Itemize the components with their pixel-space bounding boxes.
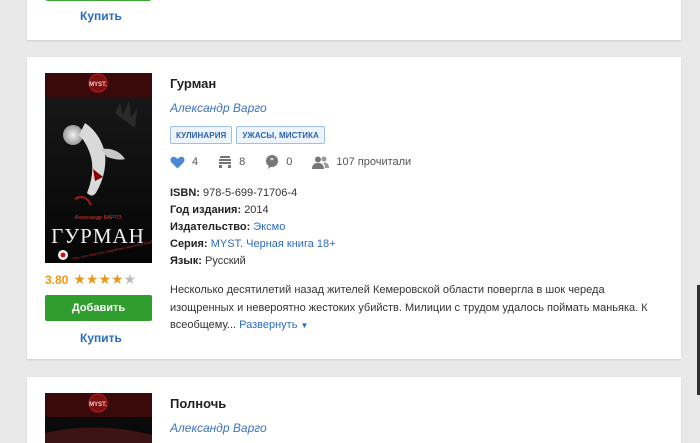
buy-link[interactable]: Купить	[80, 331, 122, 345]
star-filled-icon[interactable]: ★	[73, 271, 86, 287]
likes-stat[interactable]: 4	[170, 156, 198, 169]
bookshelf-icon	[219, 156, 232, 168]
star-empty-icon[interactable]: ★	[124, 271, 137, 287]
prev-add-button[interactable]	[45, 0, 152, 1]
rating-value: 3.80	[45, 273, 69, 287]
rating-stars[interactable]: ★★★★★	[73, 271, 136, 289]
cover-series-text: MYST.	[89, 82, 107, 88]
heart-icon	[170, 156, 185, 168]
cover-artwork: MYST. Александр ВАРГО ГУРМАН Тот, кто од…	[45, 73, 152, 263]
comments-count: 0	[286, 156, 293, 168]
next-book-card: MYST. Полночь Александр Варго	[27, 377, 681, 443]
book-rating: 3.80 ★★★★★	[45, 271, 136, 289]
book-description: Несколько десятилетий назад жителей Кеме…	[170, 282, 670, 335]
publisher-link[interactable]: Эксмо	[253, 221, 285, 233]
star-filled-icon[interactable]: ★	[86, 271, 99, 287]
caret-down-icon: ▼	[300, 321, 309, 330]
expand-link[interactable]: Развернуть ▼	[239, 319, 308, 331]
series-row: Серия: MYST. Черная книга 18+	[170, 238, 336, 250]
book-details: ISBN: 978-5-699-71706-4 Год издания: 201…	[170, 185, 336, 270]
genre-tags: КУЛИНАРИЯ УЖАСЫ, МИСТИКА	[170, 126, 325, 144]
isbn-row: ISBN: 978-5-699-71706-4	[170, 187, 298, 199]
series-link[interactable]: MYST. Черная книга 18+	[211, 238, 336, 250]
language-row: Язык: Русский	[170, 255, 246, 267]
book-title[interactable]: Гурман	[170, 76, 216, 91]
next-book-title[interactable]: Полночь	[170, 396, 226, 411]
shelves-count: 8	[239, 156, 246, 168]
next-cover-artwork: MYST.	[45, 393, 152, 443]
svg-text:": "	[270, 157, 274, 166]
cover-author-text: Александр ВАРГО	[75, 215, 123, 221]
readers-count: 107 прочитали	[336, 156, 412, 168]
book-card: MYST. Александр ВАРГО ГУРМАН Тот, кто од…	[27, 57, 681, 359]
tag-horror[interactable]: УЖАСЫ, МИСТИКА	[236, 126, 325, 144]
add-button[interactable]: Добавить	[45, 295, 152, 321]
book-stats: 4 8 " 0 107 прочитали	[170, 155, 431, 169]
shelves-stat[interactable]: 8	[218, 155, 245, 169]
isbn-value: 978-5-699-71706-4	[203, 187, 298, 199]
next-cover-series-text: MYST.	[89, 402, 107, 408]
next-book-author[interactable]: Александр Варго	[170, 421, 267, 435]
star-filled-icon[interactable]: ★	[98, 271, 111, 287]
star-filled-icon[interactable]: ★	[111, 271, 124, 287]
year-row: Год издания: 2014	[170, 204, 269, 216]
prev-buy-link[interactable]: Купить	[80, 9, 122, 23]
next-book-cover[interactable]: MYST.	[45, 393, 152, 443]
prev-book-card: Купить	[27, 0, 681, 40]
likes-count: 4	[192, 156, 199, 168]
year-value: 2014	[244, 204, 269, 216]
readers-stat[interactable]: 107 прочитали	[312, 156, 411, 169]
comment-icon: "	[266, 155, 279, 169]
tag-cooking[interactable]: КУЛИНАРИЯ	[170, 126, 233, 144]
language-value: Русский	[205, 255, 246, 267]
comments-stat[interactable]: " 0	[265, 155, 292, 169]
readers-icon	[312, 156, 330, 169]
book-author[interactable]: Александр Варго	[170, 101, 267, 115]
book-cover[interactable]: MYST. Александр ВАРГО ГУРМАН Тот, кто од…	[45, 73, 152, 263]
publisher-row: Издательство: Эксмо	[170, 221, 286, 233]
